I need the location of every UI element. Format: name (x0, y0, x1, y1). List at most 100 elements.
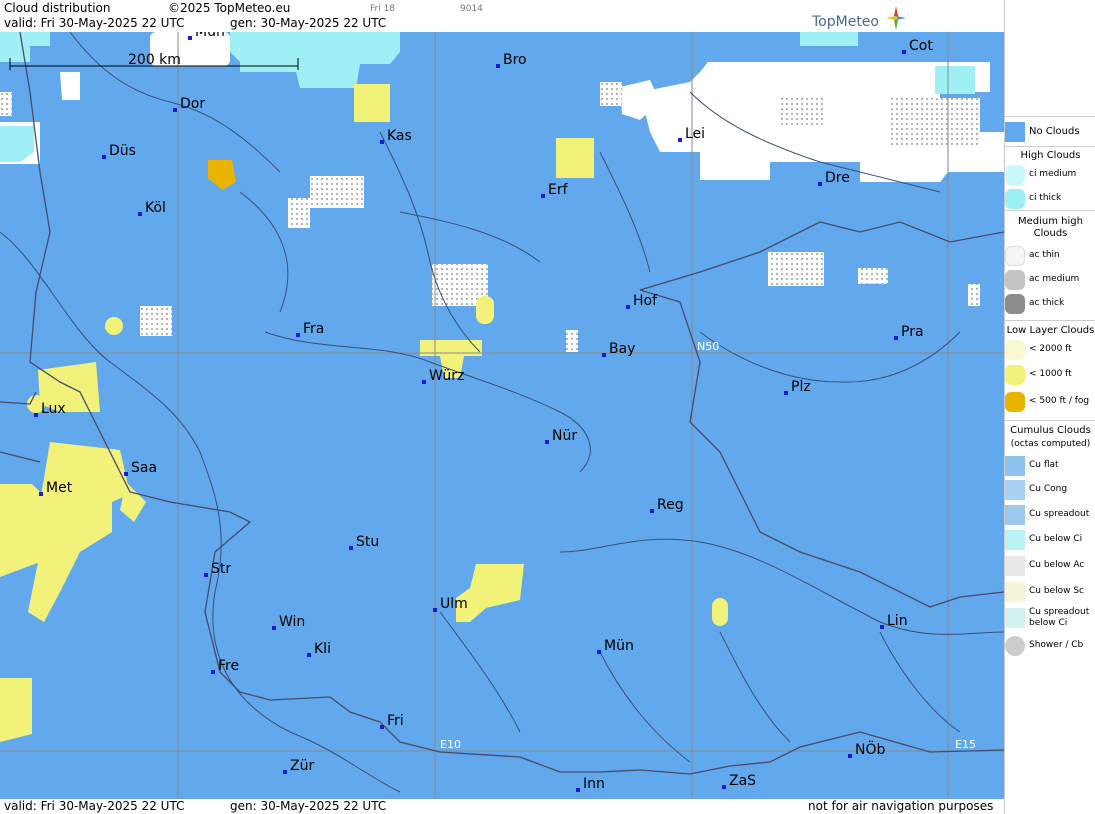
cu-spreadout-swatch (1005, 505, 1025, 525)
legend-cu-cong: Cu Cong (1029, 484, 1068, 494)
footer-note: not for air navigation purposes (808, 799, 994, 813)
compass-icon (886, 6, 906, 30)
ac-medium-swatch (1005, 270, 1025, 290)
legend-ac-medium: ac medium (1029, 274, 1080, 284)
city-label: Fri (387, 713, 404, 729)
city-dot (39, 492, 43, 496)
city-dot (545, 440, 549, 444)
city-label: Dor (180, 96, 205, 112)
city-dot (283, 770, 287, 774)
legend-cu-flat: Cu flat (1029, 460, 1059, 470)
legend-cu-below-sc: Cu below Sc (1029, 586, 1084, 596)
ci-thick-swatch (1005, 189, 1025, 209)
city-label: Hof (633, 293, 658, 309)
city-dot (626, 305, 630, 309)
footer-bar: valid: Fri 30-May-2025 22 UTC gen: 30-Ma… (0, 799, 1004, 814)
map-title: Cloud distribution (4, 1, 111, 15)
legend-ac-thin: ac thin (1029, 250, 1060, 260)
city-dot (102, 155, 106, 159)
footer-valid: valid: Fri 30-May-2025 22 UTC (4, 799, 185, 813)
city-label: ZaS (729, 773, 756, 789)
cu-flat-swatch (1005, 456, 1025, 476)
scale-label: 200 km (128, 52, 181, 68)
city-label: Lux (41, 401, 66, 417)
city-dot (204, 573, 208, 577)
legend-high-title: High Clouds (1020, 150, 1081, 161)
city-dot (380, 140, 384, 144)
legend-ci-medium: ci medium (1029, 169, 1077, 179)
city-label: Pra (901, 324, 924, 340)
legend-cu-spreadout: Cu spreadout (1029, 509, 1090, 519)
city-dot (818, 182, 822, 186)
city-label: Bay (609, 341, 635, 357)
cu-below-sc-swatch (1005, 582, 1025, 602)
city-label: Ulm (440, 596, 468, 612)
legend-cu-below-ac: Cu below Ac (1029, 560, 1085, 570)
cu-below-ac-swatch (1005, 556, 1025, 576)
city-label: Inn (583, 776, 605, 792)
city-label: Mün (604, 638, 634, 654)
city-label: Fra (303, 321, 324, 337)
city-label: Plz (791, 379, 811, 395)
city-dot (597, 650, 601, 654)
city-label: Str (211, 561, 231, 577)
city-label: Erf (548, 182, 569, 198)
legend-cu-spreadout-ci-2: below Ci (1029, 618, 1068, 628)
legend-ac-thick: ac thick (1029, 298, 1065, 308)
city-dot (188, 36, 192, 40)
legend-panel: No Clouds High Clouds ci medium ci thick… (1004, 0, 1095, 814)
city-label: Met (46, 480, 73, 496)
city-dot (173, 108, 177, 112)
legend-cu-title: Cumulus Clouds (1010, 425, 1091, 436)
city-dot (602, 353, 606, 357)
city-dot (124, 472, 128, 476)
cu-below-ci-swatch (1005, 530, 1025, 550)
city-label: Köl (145, 200, 166, 216)
logo-text: TopMeteo (812, 14, 879, 30)
city-dot (784, 391, 788, 395)
city-label: Nür (552, 428, 577, 444)
legend-fog: < 500 ft / fog (1029, 396, 1090, 406)
legend-no-clouds: No Clouds (1029, 126, 1080, 137)
legend-cu-below-ci: Cu below Ci (1029, 534, 1083, 544)
city-dot (272, 626, 276, 630)
city-label: Kli (314, 641, 331, 657)
city-label: Kas (387, 128, 412, 144)
city-label: Reg (657, 497, 684, 513)
no-clouds-swatch (1005, 122, 1025, 142)
legend-cu-sub: (octas computed) (1010, 439, 1091, 449)
ac-thin-swatch (1005, 246, 1025, 266)
grid-label-e15: E15 (955, 738, 976, 751)
city-dot (422, 380, 426, 384)
city-label: Cot (909, 38, 933, 54)
city-label: Mün (195, 32, 225, 40)
city-label: Zür (290, 758, 314, 774)
city-label: Fre (218, 658, 239, 674)
cloud-map[interactable]: 200 km N50 E10 E15 Mün Cot Bro Dor Kas Lei Düs… (0, 32, 1004, 799)
legend-ci-thick: ci thick (1029, 193, 1062, 203)
city-label: Saa (131, 460, 157, 476)
shower-swatch (1005, 636, 1025, 656)
topmeteo-logo[interactable]: TopMeteo (812, 6, 908, 30)
gen-time: gen: 30-May-2025 22 UTC (230, 16, 387, 30)
city-dot (541, 194, 545, 198)
low-2000-swatch (1005, 340, 1025, 360)
fog-swatch (1005, 392, 1025, 412)
cu-spreadout-ci-swatch (1005, 608, 1025, 628)
city-dot (880, 625, 884, 629)
ac-thick-swatch (1005, 294, 1025, 314)
legend-low-title: Low Layer Clouds (1006, 325, 1095, 336)
grid-label-e10: E10 (440, 738, 461, 751)
low-1000-swatch (1005, 365, 1025, 385)
legend-cu-spreadout-ci-1: Cu spreadout (1029, 607, 1090, 617)
city-label: Düs (109, 143, 136, 159)
footer-gen: gen: 30-May-2025 22 UTC (230, 799, 387, 813)
legend-shower: Shower / Cb (1029, 640, 1084, 650)
cu-cong-swatch (1005, 480, 1025, 500)
city-label: Win (279, 614, 305, 630)
city-dot (650, 509, 654, 513)
city-dot (349, 546, 353, 550)
city-label: Dre (825, 170, 850, 186)
city-dot (894, 336, 898, 340)
city-dot (380, 725, 384, 729)
